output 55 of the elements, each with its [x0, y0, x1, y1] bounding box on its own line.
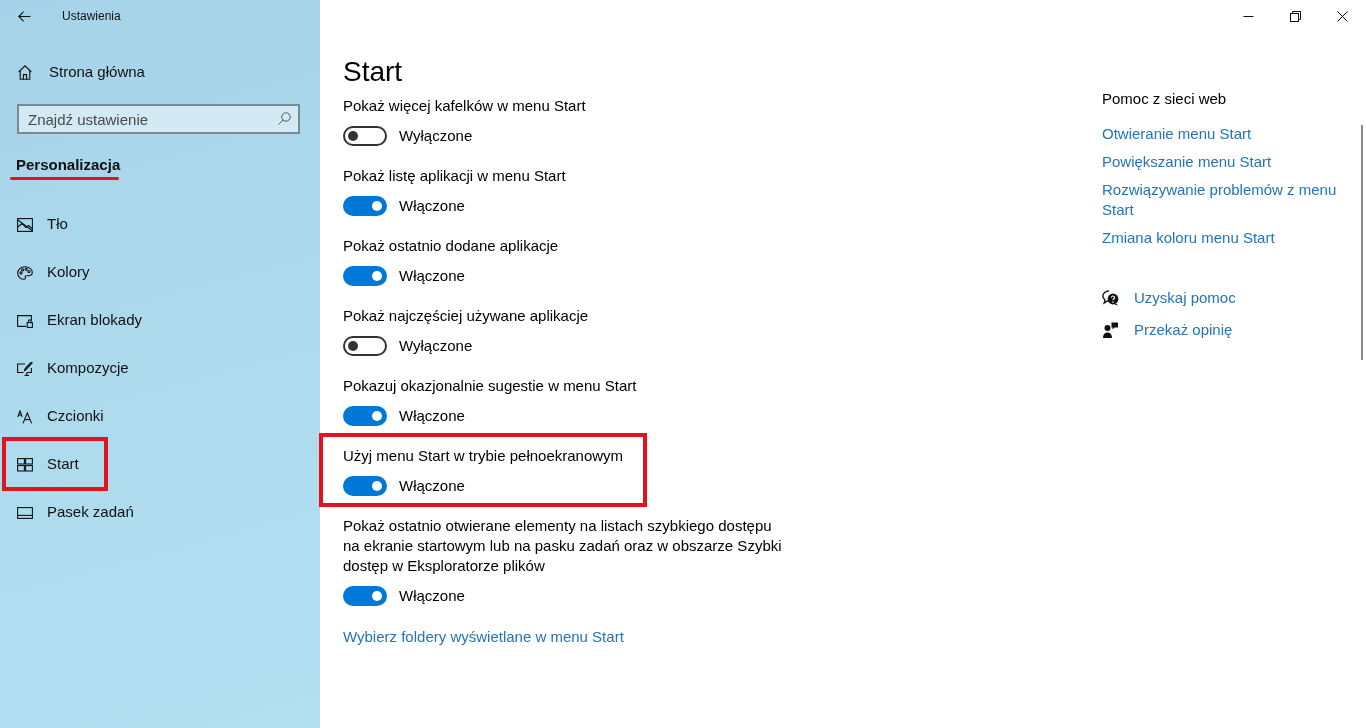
sidebar-item[interactable]: Tło — [0, 200, 320, 249]
toggle-state-text: Włączone — [399, 586, 465, 606]
toggle-switch[interactable] — [343, 126, 387, 146]
sidebar-item[interactable]: Start — [0, 440, 320, 489]
setting-label: Pokaż najczęściej używane aplikacje — [343, 306, 589, 326]
help-link[interactable]: Powiększanie menu Start — [1102, 152, 1272, 172]
font-icon — [17, 409, 33, 424]
close-icon — [1337, 10, 1348, 22]
setting-label: Pokaż ostatnio dodane aplikacje — [343, 236, 559, 256]
toggle-state-text: Włączone — [399, 406, 465, 426]
sidebar-item[interactable]: Ekran blokady — [0, 296, 320, 345]
back-arrow-icon — [17, 10, 31, 22]
setting-label: Pokaż więcej kafelków w menu Start — [343, 96, 586, 116]
toggle-state-text: Włączone — [399, 266, 465, 286]
image-icon — [17, 217, 33, 232]
help-link[interactable]: Otwieranie menu Start — [1102, 124, 1252, 144]
sidebar-item[interactable]: Pasek zadań — [0, 488, 320, 537]
lock-screen-icon — [17, 313, 33, 328]
setting-label: Użyj menu Start w trybie pełnoekranowym — [343, 446, 624, 466]
help-action-link[interactable]: Przekaż opinię — [1134, 320, 1233, 340]
search-field[interactable]: Znajdź ustawienie — [17, 104, 300, 134]
toggle-switch[interactable] — [343, 586, 387, 606]
toggle-state-text: Włączone — [399, 196, 465, 216]
taskbar-icon — [17, 505, 33, 520]
toggle-switch[interactable] — [343, 266, 387, 286]
help-link[interactable]: Zmiana koloru menu Start — [1102, 228, 1275, 248]
tiles-icon — [17, 457, 33, 472]
help-action-link[interactable]: Uzyskaj pomoc — [1134, 288, 1236, 308]
setting-label: Pokaż ostatnio otwierane elementy na listach szybkiego dostępu na ekranie startowym lub na pasku zadań oraz w obszarze Szybki dostęp w Eksploratorze plików — [343, 516, 783, 576]
toggle-switch[interactable] — [343, 196, 387, 216]
page-title: Start — [343, 55, 403, 89]
toggle-switch[interactable] — [343, 336, 387, 356]
setting-label: Pokazuj okazjonalnie sugestie w menu Start — [343, 376, 637, 396]
toggle-switch[interactable] — [343, 406, 387, 426]
restore-icon — [1290, 10, 1301, 22]
help-chat-icon — [1102, 290, 1119, 306]
help-heading: Pomoc z sieci web — [1102, 89, 1227, 109]
palette-icon — [17, 265, 33, 280]
section-heading: Personalizacja — [16, 155, 121, 175]
sidebar-item[interactable]: Czcionki — [0, 392, 320, 441]
toggle-state-text: Włączone — [399, 476, 465, 496]
help-link[interactable]: Rozwiązywanie problemów z menu Start — [1102, 180, 1357, 220]
sidebar-item[interactable]: Kompozycje — [0, 344, 320, 393]
home-icon — [18, 64, 32, 80]
theme-icon — [17, 361, 33, 376]
person-feedback-icon — [1102, 322, 1119, 338]
setting-label: Pokaż listę aplikacji w menu Start — [343, 166, 566, 186]
home-nav-item[interactable]: Strona główna — [0, 52, 320, 92]
sidebar-item[interactable]: Kolory — [0, 248, 320, 297]
toggle-state-text: Wyłączone — [399, 126, 473, 146]
search-icon — [278, 112, 291, 125]
toggle-switch[interactable] — [343, 476, 387, 496]
window-title: Ustawienia — [62, 8, 121, 25]
folders-link[interactable]: Wybierz foldery wyświetlane w menu Start — [343, 628, 624, 645]
toggle-state-text: Wyłączone — [399, 336, 473, 356]
